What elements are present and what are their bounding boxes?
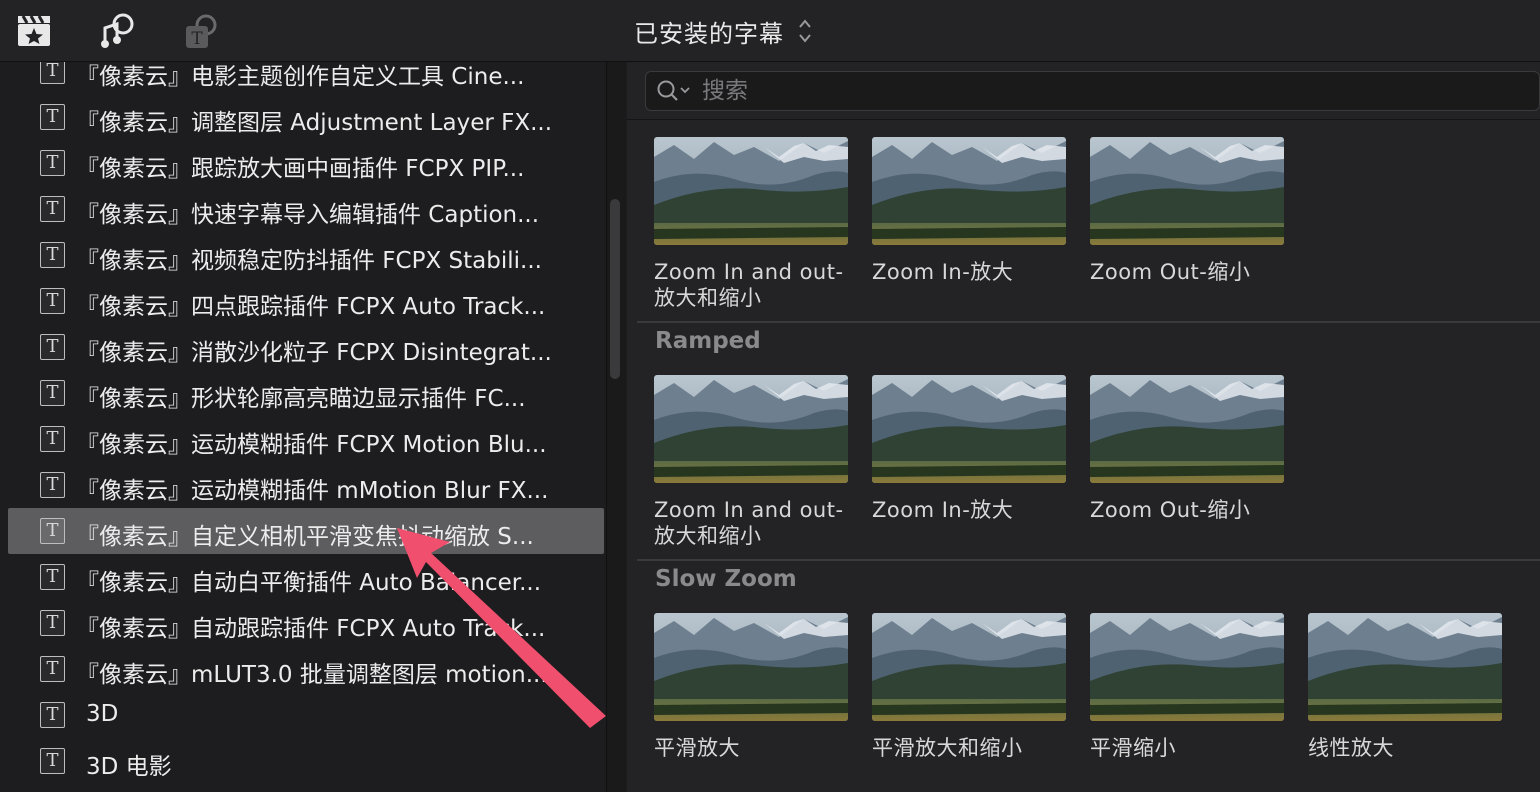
sidebar-item-label: 『像素云』四点跟踪插件 FCPX Auto Track... bbox=[76, 294, 546, 320]
section-divider bbox=[637, 559, 1540, 561]
title-thumbnail[interactable] bbox=[1090, 375, 1284, 483]
title-category-icon: T bbox=[40, 242, 65, 268]
title-category-icon: T bbox=[40, 380, 65, 406]
title-category-icon: T bbox=[40, 334, 65, 360]
clapper-star-icon[interactable] bbox=[16, 12, 54, 50]
title-tile-label: 平滑放大 bbox=[654, 736, 740, 760]
titles-browser: Zoom In and out-放大和缩小 Zoom In-放大 Zoom Out-… bbox=[627, 62, 1540, 792]
sidebar-item[interactable]: T 『像素云』快速字幕导入编辑插件 Caption... bbox=[0, 186, 606, 232]
sidebar-item[interactable]: T 『像素云』形状轮廓高亮瞄边显示插件 FC... bbox=[0, 370, 606, 416]
sidebar-scroll-track bbox=[607, 62, 626, 792]
title-tile-label: Zoom In and out-放大和缩小 bbox=[654, 498, 844, 548]
title-thumbnail[interactable] bbox=[654, 375, 848, 483]
title-thumbnail[interactable] bbox=[872, 137, 1066, 245]
sidebar-scrollbar[interactable] bbox=[610, 199, 620, 379]
title-category-icon: T bbox=[40, 702, 65, 728]
title-category-icon: T bbox=[40, 610, 65, 636]
title-category-icon: T bbox=[40, 656, 65, 682]
music-photo-icon[interactable] bbox=[99, 12, 137, 50]
sidebar-item[interactable]: T 『像素云』消散沙化粒子 FCPX Disintegrat... bbox=[0, 324, 606, 370]
sidebar-item-label: 『像素云』mLUT3.0 批量调整图层 motion... bbox=[76, 662, 548, 688]
sidebar-item-label: 『像素云』视频稳定防抖插件 FCPX Stabili... bbox=[76, 248, 542, 274]
sidebar-item[interactable]: T 『像素云』自动白平衡插件 Auto Balancer... bbox=[0, 554, 606, 600]
sidebar-item[interactable]: T 『像素云』自定义相机平滑变焦抖动缩放 S... bbox=[8, 508, 604, 554]
titles-sidebar: T 『像素云』电影主题创作自定义工具 Cine... T 『像素云』调整图层 Adju… bbox=[0, 62, 607, 792]
title-category-icon: T bbox=[40, 472, 65, 498]
title-tile-label: Zoom Out-缩小 bbox=[1090, 498, 1251, 522]
divider bbox=[627, 119, 1540, 120]
title-tile[interactable]: 平滑放大和缩小 bbox=[872, 613, 1066, 761]
sidebar-item[interactable]: T 『像素云』跟踪放大画中画插件 FCPX PIP... bbox=[0, 140, 606, 186]
sidebar-item-label: 『像素云』自定义相机平滑变焦抖动缩放 S... bbox=[76, 524, 534, 550]
title-category-icon: T bbox=[40, 518, 65, 544]
search-input[interactable] bbox=[700, 77, 1404, 105]
search-icon[interactable] bbox=[656, 79, 692, 103]
title-tile-label: 线性放大 bbox=[1308, 736, 1394, 760]
title-category-icon: T bbox=[40, 62, 65, 84]
title-tile[interactable]: Zoom In-放大 bbox=[872, 137, 1066, 285]
title-category-icon: T bbox=[40, 426, 65, 452]
sidebar-item-label: 『像素云』自动跟踪插件 FCPX Auto Track... bbox=[76, 616, 546, 642]
section-header: Slow Zoom bbox=[655, 566, 797, 592]
browser-toolbar: T 已安装的字幕 bbox=[0, 0, 1540, 62]
title-tile-label: Zoom Out-缩小 bbox=[1090, 260, 1251, 284]
title-category-icon: T bbox=[40, 748, 65, 774]
sidebar-item-label: 3D bbox=[86, 701, 119, 727]
sidebar-item[interactable]: T 『像素云』自动跟踪插件 FCPX Auto Track... bbox=[0, 600, 606, 646]
title-category-icon: T bbox=[40, 288, 65, 314]
sidebar-item-label: 『像素云』快速字幕导入编辑插件 Caption... bbox=[76, 202, 540, 228]
library-selector[interactable]: 已安装的字幕 bbox=[634, 14, 814, 48]
sidebar-item-label: 『像素云』电影主题创作自定义工具 Cine... bbox=[76, 64, 525, 90]
sidebar-item-label: 『像素云』运动模糊插件 FCPX Motion Blu... bbox=[76, 432, 547, 458]
title-tile-label: Zoom In-放大 bbox=[872, 498, 1014, 522]
browser-title: 已安装的字幕 bbox=[634, 19, 784, 48]
title-category-icon: T bbox=[40, 196, 65, 222]
sidebar-item-label: 『像素云』调整图层 Adjustment Layer FX... bbox=[76, 110, 553, 136]
title-tile-label: 平滑放大和缩小 bbox=[872, 736, 1023, 760]
section-divider bbox=[637, 321, 1540, 323]
title-tile[interactable]: Zoom Out-缩小 bbox=[1090, 375, 1284, 523]
title-tile[interactable]: Zoom In and out-放大和缩小 bbox=[654, 375, 848, 549]
sidebar-item-label: 『像素云』运动模糊插件 mMotion Blur FX... bbox=[76, 478, 549, 504]
title-tile[interactable]: 线性放大 bbox=[1308, 613, 1502, 761]
title-thumbnail[interactable] bbox=[654, 613, 848, 721]
sidebar-item[interactable]: T 3D bbox=[0, 692, 606, 738]
title-thumbnail[interactable] bbox=[1308, 613, 1502, 721]
chevron-updown-icon bbox=[799, 19, 811, 43]
sidebar-item[interactable]: T 『像素云』视频稳定防抖插件 FCPX Stabili... bbox=[0, 232, 606, 278]
sidebar-item-label: 『像素云』跟踪放大画中画插件 FCPX PIP... bbox=[76, 156, 525, 182]
title-tile[interactable]: Zoom Out-缩小 bbox=[1090, 137, 1284, 285]
sidebar-item[interactable]: T 『像素云』电影主题创作自定义工具 Cine... bbox=[0, 62, 606, 94]
search-field[interactable] bbox=[645, 71, 1540, 111]
title-thumbnail[interactable] bbox=[654, 137, 848, 245]
sidebar-item[interactable]: T 『像素云』调整图层 Adjustment Layer FX... bbox=[0, 94, 606, 140]
title-thumbnail[interactable] bbox=[1090, 137, 1284, 245]
title-tile-label: Zoom In-放大 bbox=[872, 260, 1014, 284]
sidebar-item[interactable]: T 『像素云』运动模糊插件 FCPX Motion Blu... bbox=[0, 416, 606, 462]
title-category-icon: T bbox=[40, 104, 65, 130]
title-tile-label: 平滑缩小 bbox=[1090, 736, 1176, 760]
svg-text:T: T bbox=[191, 29, 203, 49]
sidebar-item[interactable]: T 『像素云』运动模糊插件 mMotion Blur FX... bbox=[0, 462, 606, 508]
title-tile[interactable]: Zoom In and out-放大和缩小 bbox=[654, 137, 848, 311]
sidebar-item[interactable]: T 『像素云』mLUT3.0 批量调整图层 motion... bbox=[0, 646, 606, 692]
title-tile[interactable]: 平滑缩小 bbox=[1090, 613, 1284, 761]
sidebar-item-label: 『像素云』自动白平衡插件 Auto Balancer... bbox=[76, 570, 542, 596]
sidebar-item[interactable]: T 3D 电影 bbox=[0, 738, 606, 784]
title-category-icon: T bbox=[40, 150, 65, 176]
title-thumbnail[interactable] bbox=[1090, 613, 1284, 721]
sidebar-item-label: 『像素云』消散沙化粒子 FCPX Disintegrat... bbox=[76, 340, 552, 366]
title-thumbnail[interactable] bbox=[872, 375, 1066, 483]
title-thumbnail[interactable] bbox=[872, 613, 1066, 721]
title-tile[interactable]: Zoom In-放大 bbox=[872, 375, 1066, 523]
sidebar-item-label: 『像素云』形状轮廓高亮瞄边显示插件 FC... bbox=[76, 386, 526, 412]
sidebar-item-label: 3D 电影 bbox=[86, 754, 172, 780]
section-header: Ramped bbox=[655, 328, 761, 354]
titles-icon[interactable]: T bbox=[183, 12, 221, 50]
title-tile[interactable]: 平滑放大 bbox=[654, 613, 848, 761]
title-tile-label: Zoom In and out-放大和缩小 bbox=[654, 260, 844, 310]
sidebar-item[interactable]: T 『像素云』四点跟踪插件 FCPX Auto Track... bbox=[0, 278, 606, 324]
title-category-icon: T bbox=[40, 564, 65, 590]
